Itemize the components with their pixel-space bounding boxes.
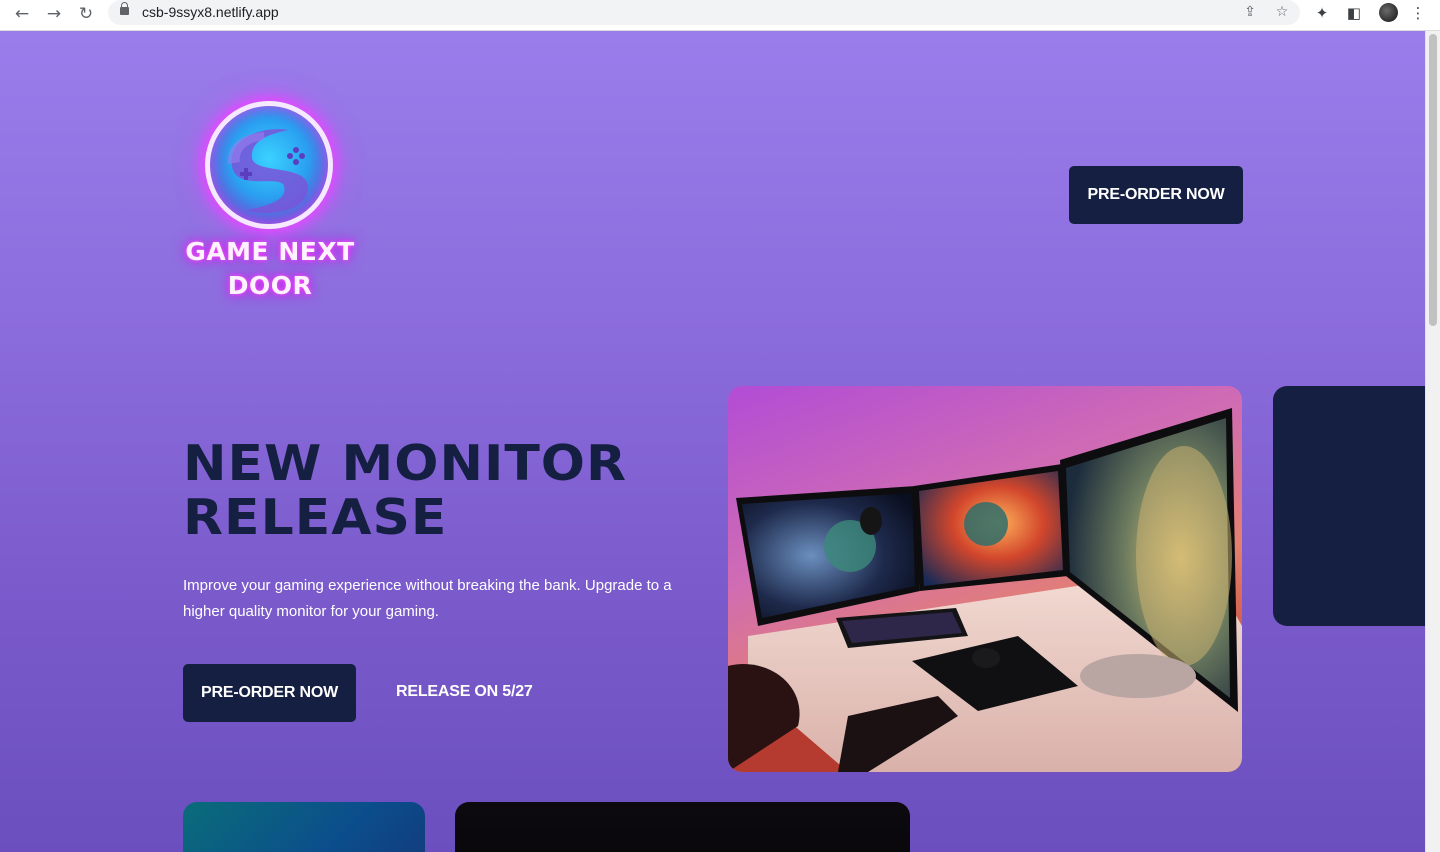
product-card-teal[interactable] [183, 802, 425, 852]
menu-kebab-icon[interactable]: ⋮ [1408, 3, 1428, 23]
gaming-setup-illustration [728, 408, 1242, 772]
header-preorder-button[interactable]: PRE-ORDER NOW [1069, 166, 1243, 224]
headline-line2: RELEASE [183, 489, 448, 547]
logo-s-mark [227, 129, 309, 213]
gamepad-logo-icon [205, 101, 333, 229]
profile-avatar[interactable] [1379, 3, 1398, 22]
address-bar[interactable]: csb-9ssyx8.netlify.app ⇪ ☆ [108, 0, 1300, 25]
logo-wordmark: GAME NEXT DOOR [180, 235, 360, 303]
page-viewport: GAME NEXT DOOR PRE-ORDER NOW NEW MONITOR… [0, 31, 1425, 852]
share-icon[interactable]: ⇪ [1240, 2, 1260, 22]
url-text[interactable]: csb-9ssyx8.netlify.app [142, 4, 279, 20]
forward-arrow-icon[interactable]: → [43, 3, 65, 25]
hero-headline: NEW MONITOR RELEASE [183, 437, 703, 545]
carousel-next-card[interactable] [1273, 386, 1425, 626]
extensions-icon[interactable]: ✦ [1312, 3, 1332, 23]
reload-icon[interactable]: ↻ [75, 3, 97, 25]
star-icon[interactable]: ☆ [1272, 2, 1292, 22]
side-panel-icon[interactable]: ◧ [1344, 3, 1364, 23]
hero-preorder-button[interactable]: PRE-ORDER NOW [183, 664, 356, 722]
logo-text-line2: DOOR [227, 271, 313, 300]
site-logo[interactable]: GAME NEXT DOOR [180, 97, 360, 300]
vertical-scrollbar[interactable] [1425, 31, 1440, 852]
headline-line1: NEW MONITOR [183, 435, 628, 493]
release-date-link[interactable]: RELEASE ON 5/27 [396, 683, 533, 701]
gaming-setup-image [728, 386, 1242, 772]
browser-toolbar: ← → ↻ csb-9ssyx8.netlify.app ⇪ ☆ ✦ ◧ ⋮ [0, 0, 1440, 31]
scrollbar-thumb[interactable] [1429, 34, 1437, 326]
product-card-dark[interactable] [455, 802, 910, 852]
lock-icon[interactable] [120, 2, 129, 15]
back-arrow-icon[interactable]: ← [11, 3, 33, 25]
hero-description: Improve your gaming experience without b… [183, 577, 672, 620]
logo-text-line1: GAME NEXT [185, 237, 355, 266]
